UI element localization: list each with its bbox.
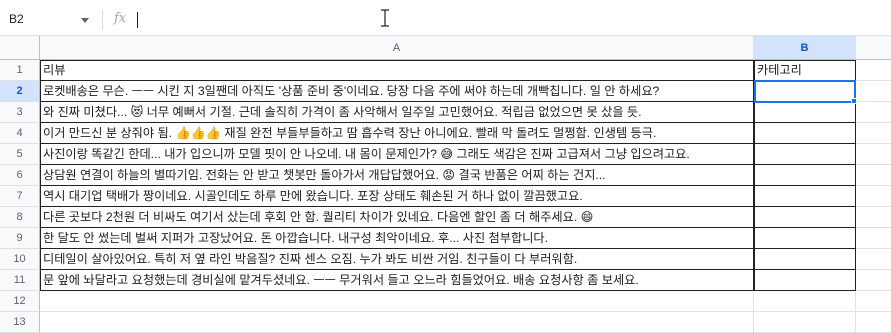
row-header-10[interactable]: 10 <box>0 249 40 270</box>
text-cursor <box>137 12 138 28</box>
cell-reference: B2 <box>9 12 24 26</box>
category-cell[interactable] <box>754 102 856 123</box>
empty-cell[interactable] <box>856 270 891 291</box>
empty-cell[interactable] <box>856 165 891 186</box>
row-header-2[interactable]: 2 <box>0 81 40 102</box>
review-cell[interactable]: 이거 만드신 분 상줘야 됨. 👍👍👍 재질 완전 부들부들하고 땀 흡수력 장… <box>40 123 754 144</box>
row-header-7[interactable]: 7 <box>0 186 40 207</box>
category-cell[interactable] <box>754 144 856 165</box>
formula-bar-divider <box>102 10 103 30</box>
review-cell[interactable] <box>40 312 754 333</box>
function-icon: fx <box>114 11 127 26</box>
review-cell[interactable]: 역시 대기업 택배가 짱이네요. 시골인데도 하루 만에 왔습니다. 포장 상태… <box>40 186 754 207</box>
row-header-1[interactable]: 1 <box>0 60 40 81</box>
empty-cell[interactable] <box>856 228 891 249</box>
empty-cell[interactable] <box>856 60 891 81</box>
row-header-4[interactable]: 4 <box>0 123 40 144</box>
row-header-12[interactable]: 12 <box>0 291 40 312</box>
category-cell[interactable] <box>754 228 856 249</box>
row-header-6[interactable]: 6 <box>0 165 40 186</box>
column-header-b[interactable]: B <box>754 36 856 60</box>
empty-cell[interactable] <box>856 207 891 228</box>
empty-cell[interactable] <box>856 291 891 312</box>
category-cell[interactable] <box>754 249 856 270</box>
category-cell[interactable] <box>754 291 856 312</box>
review-cell[interactable] <box>40 291 754 312</box>
formula-bar: B2 fx <box>0 0 891 36</box>
formula-input[interactable] <box>136 10 886 30</box>
review-cell[interactable]: 로켓배송은 무슨. ㅡㅡ 시킨 지 3일짼데 아직도 '상품 준비 중'이네요.… <box>40 81 754 102</box>
spreadsheet-grid: A B 1 리뷰 카테고리 2 로켓배송은 무슨. ㅡㅡ 시킨 지 3일짼데 아직도 '… <box>0 36 891 333</box>
column-header-a[interactable]: A <box>40 36 754 60</box>
category-cell[interactable] <box>754 270 856 291</box>
empty-cell[interactable] <box>856 144 891 165</box>
review-cell[interactable]: 디테일이 살아있어요. 특히 저 옆 라인 박음질? 진짜 센스 오짐. 누가 … <box>40 249 754 270</box>
review-cell[interactable]: 상담원 연결이 하늘의 별따기임. 전화는 안 받고 챗봇만 돌아가서 개답답했… <box>40 165 754 186</box>
empty-cell[interactable] <box>856 186 891 207</box>
row-header-9[interactable]: 9 <box>0 228 40 249</box>
row-header-3[interactable]: 3 <box>0 102 40 123</box>
header-cell-category[interactable]: 카테고리 <box>754 60 856 81</box>
empty-cell[interactable] <box>856 123 891 144</box>
category-cell[interactable] <box>754 81 856 102</box>
category-cell[interactable] <box>754 186 856 207</box>
row-header-13[interactable]: 13 <box>0 312 40 333</box>
column-header-c[interactable] <box>856 36 891 60</box>
category-cell[interactable] <box>754 207 856 228</box>
empty-cell[interactable] <box>856 249 891 270</box>
ibeam-cursor-icon <box>381 9 389 27</box>
review-cell[interactable]: 사진이랑 똑같긴 한데... 내가 입으니까 모델 핏이 안 나오네. 내 몸이… <box>40 144 754 165</box>
row-header-5[interactable]: 5 <box>0 144 40 165</box>
empty-cell[interactable] <box>856 81 891 102</box>
fill-handle[interactable] <box>851 98 857 104</box>
empty-cell[interactable] <box>856 312 891 333</box>
review-cell[interactable]: 한 달도 안 썼는데 벌써 지퍼가 고장났어요. 돈 아깝습니다. 내구성 최악… <box>40 228 754 249</box>
select-all-corner[interactable] <box>0 36 40 60</box>
row-header-11[interactable]: 11 <box>0 270 40 291</box>
chevron-down-icon[interactable] <box>81 18 89 23</box>
header-cell-review[interactable]: 리뷰 <box>40 60 754 81</box>
review-cell[interactable]: 다른 곳보다 2천원 더 비싸도 여기서 샀는데 후회 안 함. 퀄리티 차이가… <box>40 207 754 228</box>
category-cell[interactable] <box>754 312 856 333</box>
review-cell[interactable]: 와 진짜 미쳤다... 😻 너무 예뻐서 기절. 근데 솔직히 가격이 좀 사악… <box>40 102 754 123</box>
category-cell[interactable] <box>754 165 856 186</box>
name-box[interactable]: B2 <box>0 8 100 30</box>
row-header-8[interactable]: 8 <box>0 207 40 228</box>
review-cell[interactable]: 문 앞에 놔달라고 요청했는데 경비실에 맡겨두셨네요. ㅡㅡ 무거워서 들고 … <box>40 270 754 291</box>
empty-cell[interactable] <box>856 102 891 123</box>
category-cell[interactable] <box>754 123 856 144</box>
